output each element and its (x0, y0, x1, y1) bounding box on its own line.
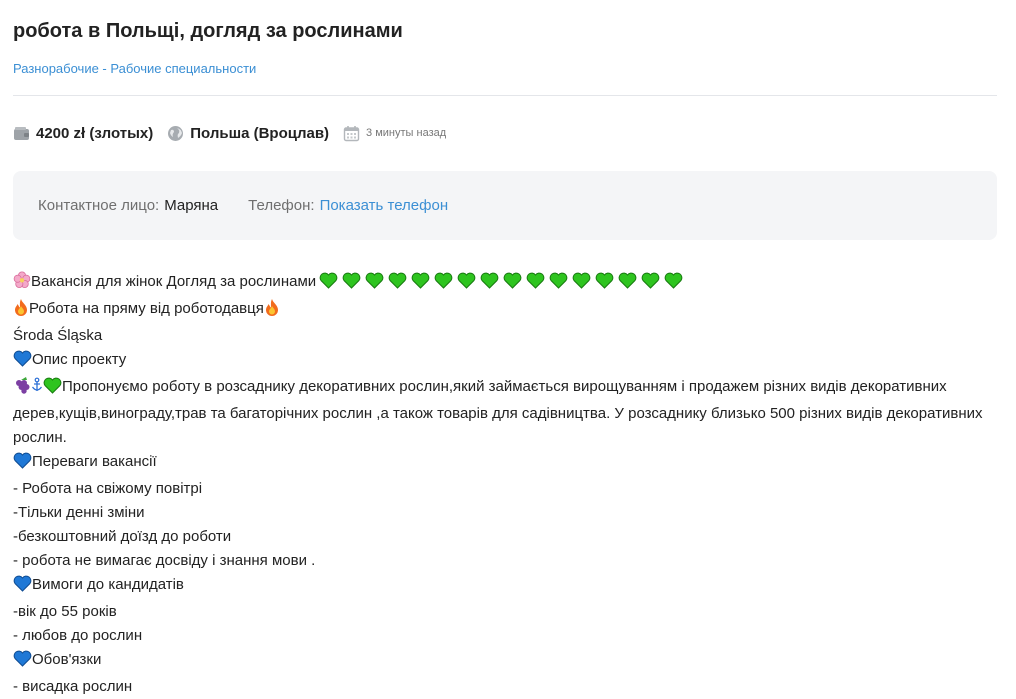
green-heart-icon (388, 272, 407, 297)
anchor-icon (31, 376, 43, 402)
job-listing: робота в Польщі, догляд за рослинами Раз… (0, 0, 1016, 699)
contact-person-label: Контактное лицо: (38, 197, 160, 214)
description-line: Обов'язки (13, 648, 997, 675)
salary: 4200 zł (злотых) (36, 124, 154, 142)
green-heart-icon (618, 272, 637, 297)
description-text: Обов'язки (32, 651, 102, 668)
description-line: Вимоги до кандидатів (13, 573, 997, 600)
salary-item: 4200 zł (злотых) (13, 125, 153, 142)
green-heart-icon (342, 272, 361, 297)
blue-heart-icon (13, 575, 32, 600)
description-line: - робота не вимагає досвіду і знання мов… (13, 552, 316, 569)
description-line: -безкоштовний доїзд до роботи (13, 528, 232, 545)
description-line: Вакансія для жінок Догляд за рослинами (13, 270, 997, 297)
description-line: -вік до 55 років (13, 603, 117, 620)
divider (13, 95, 997, 96)
description-text: Вимоги до кандидатів (32, 576, 184, 593)
location-item: Польша (Вроцлав) (167, 125, 329, 142)
globe-icon (167, 125, 184, 142)
green-heart-icon (549, 272, 568, 297)
blue-heart-icon (13, 650, 32, 675)
green-heart-icon (434, 272, 453, 297)
description-line: - любов до рослин (13, 627, 143, 644)
green-heart-icon (365, 272, 384, 297)
green-heart-icon (641, 272, 660, 297)
phone-label: Телефон: (248, 197, 315, 214)
posted-item: 3 минуты назад (343, 125, 446, 142)
description-line: - Робота на свіжому повітрі (13, 480, 203, 497)
page-title: робота в Польщі, догляд за рослинами (13, 20, 403, 42)
description-text: Переваги вакансії (32, 453, 157, 470)
description-text: Опис проекту (32, 351, 127, 368)
green-heart-icon (457, 272, 476, 297)
green-heart-icon (572, 272, 591, 297)
job-meta: 4200 zł (злотых) Польша (Вроцлав) 3 мину… (13, 123, 997, 143)
show-phone-link[interactable]: Показать телефон (320, 197, 449, 214)
fire-icon (13, 298, 29, 324)
description-line: Робота на пряму від роботодавця (13, 297, 997, 324)
green-heart-icon (595, 272, 614, 297)
wallet-icon (13, 125, 30, 142)
description-text: Вакансія для жінок Догляд за рослинами (31, 273, 317, 290)
calendar-icon (343, 125, 360, 142)
contact-box: Контактное лицо: Маряна Телефон: Показат… (13, 171, 997, 240)
description-line: -Тільки денні зміни (13, 504, 145, 521)
grapes-icon (13, 376, 31, 402)
job-description: Вакансія для жінок Догляд за рослинами Р… (13, 270, 997, 699)
category-link[interactable]: Разнорабочие - Рабочие специальности (13, 60, 256, 78)
description-text: Пропонуємо роботу в розсаднику декоратив… (13, 378, 983, 446)
fire-icon (264, 298, 280, 324)
green-heart-icon (43, 377, 62, 402)
posted-time: 3 минуты назад (366, 127, 447, 139)
description-line: Опис проекту (13, 348, 997, 375)
blue-heart-icon (13, 350, 32, 375)
green-heart-icon (319, 272, 338, 297)
description-text: Робота на пряму від роботодавця (29, 300, 264, 317)
green-hearts-row (319, 272, 687, 297)
blossom-icon (13, 271, 31, 297)
green-heart-icon (480, 272, 499, 297)
description-paragraph: Пропонуємо роботу в розсаднику декоратив… (13, 375, 997, 450)
contact-person-name: Маряна (164, 197, 219, 214)
location: Польша (Вроцлав) (190, 124, 330, 142)
green-heart-icon (503, 272, 522, 297)
description-line: Переваги вакансії (13, 450, 997, 477)
green-heart-icon (664, 272, 683, 297)
blue-heart-icon (13, 452, 32, 477)
description-line: - висадка рослин (13, 678, 133, 695)
green-heart-icon (411, 272, 430, 297)
description-line: Środa Śląska (13, 327, 103, 344)
green-heart-icon (526, 272, 545, 297)
